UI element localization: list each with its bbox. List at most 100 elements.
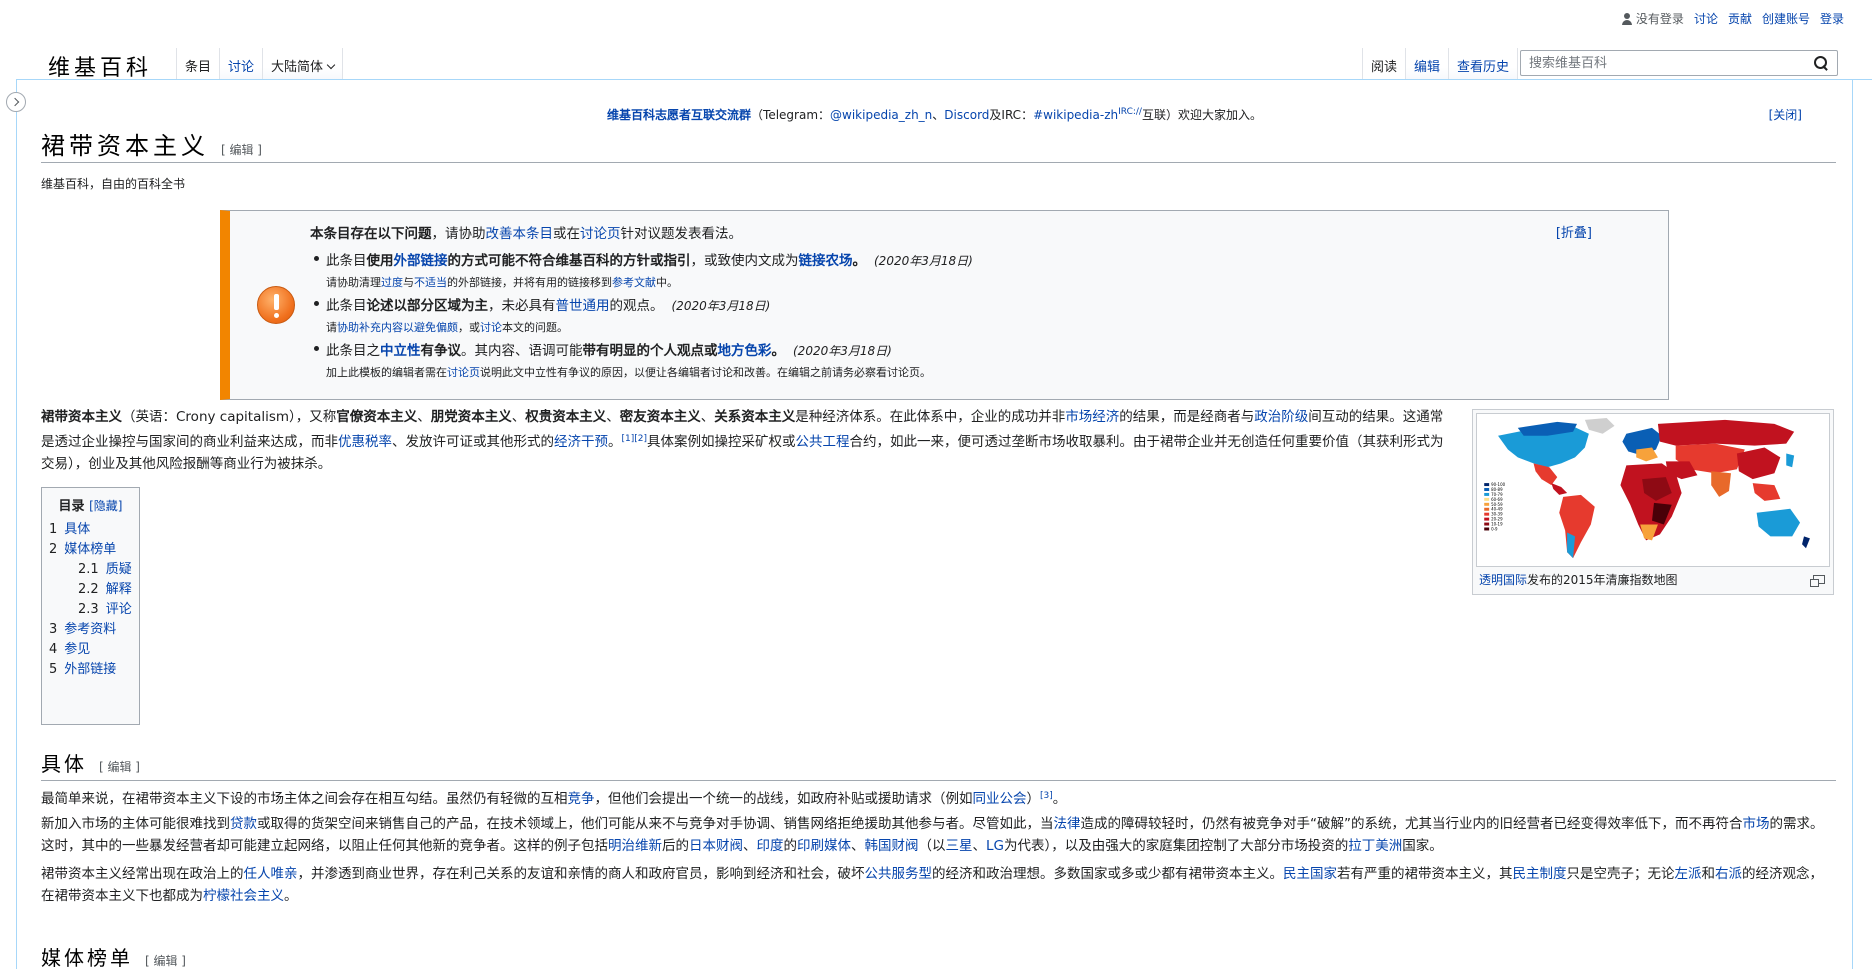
cronyism-link[interactable]: 任人唯亲: [244, 866, 298, 882]
toc-link[interactable]: 质疑: [106, 562, 132, 577]
para-text: ，并渗透到商业世界，存在利己关系的友谊和亲情的商人和政府官员，影响到经济和社会，…: [297, 866, 865, 882]
toc-item[interactable]: 1 具体: [49, 520, 132, 540]
excessive-link[interactable]: 过度: [381, 276, 403, 289]
toc-item[interactable]: 2 媒体榜单: [49, 540, 132, 560]
para-text: 最简单来说，在裙带资本主义下设的市场主体之间会存在相互勾结。虽然仍有轻微的互相: [41, 791, 568, 807]
transparency-intl-link[interactable]: 透明国际: [1479, 573, 1527, 587]
discuss-link[interactable]: 讨论: [480, 321, 502, 334]
link-farm-link[interactable]: 链接农场: [799, 253, 853, 269]
issue-sub: 加上此模板的编辑者需在讨论页说明此文中立性有争议的原因，以便让各编辑者讨论和改善…: [326, 364, 973, 380]
market-economy-link[interactable]: 市场经济: [1065, 409, 1119, 425]
india-link[interactable]: 印度: [757, 838, 784, 854]
toc-number: 4: [49, 642, 58, 657]
talk-page-link[interactable]: 讨论页: [447, 366, 480, 379]
left-wing-link[interactable]: 左派: [1675, 866, 1702, 882]
personal-tools: 没有登录 讨论 贡献 创建账号 登录: [1621, 10, 1844, 27]
toc-item[interactable]: 2.1 质疑: [49, 560, 132, 580]
economic-intervention-link[interactable]: 经济干预: [554, 434, 608, 450]
toc-item[interactable]: 2.3 评论: [49, 600, 132, 620]
democratic-system-link[interactable]: 民主制度: [1513, 866, 1567, 882]
lead-text: 、发放许可证或其他形式的: [392, 434, 554, 450]
improve-article-link[interactable]: 改善本条目: [486, 226, 554, 242]
toc-link[interactable]: 参见: [64, 642, 90, 657]
print-media-link[interactable]: 印刷媒体: [797, 838, 851, 854]
reference-link[interactable]: [1][2]: [622, 434, 648, 444]
loan-link[interactable]: 贷款: [230, 816, 257, 832]
paragraph: 裙带资本主义经常出现在政治上的任人唯亲，并渗透到商业世界，存在利己关系的友谊和亲…: [41, 863, 1831, 907]
toc-item[interactable]: 4 参见: [49, 640, 132, 660]
neutrality-link[interactable]: 中立性: [380, 343, 421, 359]
market-link[interactable]: 市场: [1743, 816, 1770, 832]
inappropriate-link[interactable]: 不适当: [414, 276, 447, 289]
external-links-link[interactable]: 外部链接: [394, 253, 448, 269]
toc-link[interactable]: 媒体榜单: [64, 542, 116, 557]
notice-close-button[interactable]: [关闭]: [1769, 106, 1802, 123]
ambox-talk-link[interactable]: 讨论页: [580, 226, 621, 242]
democracy-link[interactable]: 民主国家: [1283, 866, 1337, 882]
tab-article[interactable]: 条目: [176, 48, 221, 81]
collapse-button[interactable]: [折叠]: [1556, 222, 1592, 241]
search-input[interactable]: [1521, 52, 1813, 74]
competition-link[interactable]: 竞争: [568, 791, 595, 807]
ambox-intro-text-3: 针对议题发表看法。: [620, 226, 743, 242]
create-account-link[interactable]: 创建账号: [1762, 10, 1810, 27]
issue-sub-text-4: 中。: [656, 276, 678, 289]
tax-rate-link[interactable]: 优惠税率: [338, 434, 392, 450]
tab-read[interactable]: 阅读: [1362, 48, 1407, 81]
tab-edit[interactable]: 编辑: [1406, 48, 1450, 80]
lemon-socialism-link[interactable]: 柠檬社会主义: [203, 888, 284, 904]
title-edit-link[interactable]: [ 编辑 ]: [221, 143, 262, 157]
right-wing-link[interactable]: 右派: [1715, 866, 1742, 882]
section-divider: [41, 780, 1836, 781]
toc-hide-button[interactable]: [隐藏]: [89, 499, 122, 513]
lead-text: 的结果，而是经商者与: [1119, 409, 1255, 425]
contributions-link[interactable]: 贡献: [1728, 10, 1752, 27]
references-link[interactable]: 参考文献: [612, 276, 656, 289]
reference-link[interactable]: [3]: [1040, 791, 1053, 801]
section-edit-link[interactable]: [ 编辑 ]: [145, 954, 186, 968]
user-icon: [1621, 12, 1633, 25]
alt-name: 朋党资本主义: [430, 409, 512, 425]
zaibatsu-link[interactable]: 日本财阀: [689, 838, 743, 854]
latin-america-link[interactable]: 拉丁美洲: [1348, 838, 1402, 854]
enlarge-icon[interactable]: [1810, 575, 1825, 587]
trade-association-link[interactable]: 同业公会: [973, 791, 1027, 807]
toc-link[interactable]: 评论: [106, 602, 132, 617]
toc-link[interactable]: 具体: [64, 522, 90, 537]
lead-text: 。: [608, 434, 622, 450]
lg-link[interactable]: LG: [986, 838, 1004, 854]
law-link[interactable]: 法律: [1054, 816, 1081, 832]
universal-link[interactable]: 普世通用: [556, 298, 610, 314]
tab-history[interactable]: 查看历史: [1449, 48, 1519, 80]
meiji-link[interactable]: 明治维新: [608, 838, 662, 854]
avoid-bias-link[interactable]: 协助补充内容以避免偏颇: [337, 321, 458, 334]
toc-item[interactable]: 5 外部链接: [49, 660, 132, 680]
chaebol-link[interactable]: 韩国财阀: [865, 838, 919, 854]
tab-variant[interactable]: 大陆简体: [263, 48, 344, 80]
irc-protocol-sup[interactable]: IRC://: [1118, 107, 1142, 117]
toc-link[interactable]: 参考资料: [64, 622, 116, 637]
search-icon[interactable]: [1813, 55, 1829, 71]
personal-talk-link[interactable]: 讨论: [1694, 10, 1718, 27]
tab-talk[interactable]: 讨论: [220, 48, 264, 80]
toc-link[interactable]: 解释: [106, 582, 132, 597]
telegram-link[interactable]: @wikipedia_zh_n: [830, 108, 932, 122]
irc-link[interactable]: #wikipedia-zh: [1033, 108, 1118, 122]
corruption-index-map[interactable]: 90-100 80-89 70-79 60-69 50-59 40-49 30-…: [1476, 413, 1830, 567]
political-class-link[interactable]: 政治阶级: [1254, 409, 1308, 425]
discord-link[interactable]: Discord: [944, 108, 989, 122]
toc-item[interactable]: 2.2 解释: [49, 580, 132, 600]
local-color-link[interactable]: 地方色彩: [718, 343, 772, 359]
tab-article-label: 条目: [185, 60, 212, 75]
site-notice: 维基百科志愿者互联交流群（Telegram：@wikipedia_zh_n、Di…: [17, 106, 1852, 123]
toc-link[interactable]: 外部链接: [64, 662, 116, 677]
samsung-link[interactable]: 三星: [946, 838, 973, 854]
public-service-link[interactable]: 公共服务型: [865, 866, 933, 882]
notice-title-link[interactable]: 维基百科志愿者互联交流群: [607, 108, 751, 122]
public-works-link[interactable]: 公共工程: [796, 434, 850, 450]
site-logo[interactable]: 维基百科: [48, 50, 152, 82]
page-title-text: 裙带资本主义: [41, 132, 209, 160]
section-edit-link[interactable]: [ 编辑 ]: [99, 760, 140, 774]
login-link[interactable]: 登录: [1820, 10, 1844, 27]
toc-item[interactable]: 3 参考资料: [49, 620, 132, 640]
